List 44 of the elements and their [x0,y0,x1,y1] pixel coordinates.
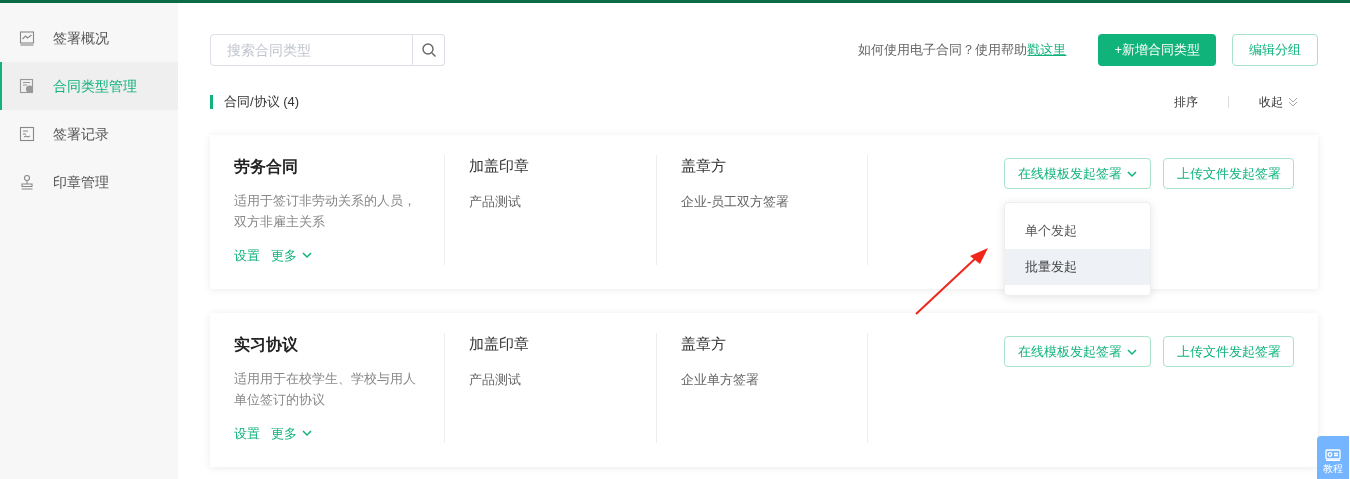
column-title: 加盖印章 [469,334,530,354]
upload-file-button[interactable]: 上传文件发起签署 [1163,336,1294,367]
search-field[interactable]: 搜索合同类型 [210,34,413,66]
more-link[interactable]: 更多 [271,423,313,443]
contract-name: 劳务合同 [234,157,299,177]
help-link[interactable]: 戳这里 [1027,42,1067,58]
sidebar-item[interactable]: 合同类型管理 [0,62,178,110]
edit-group-button[interactable]: 编辑分组 [1232,34,1318,66]
settings-link[interactable]: 设置 [234,245,260,265]
search-icon [420,42,437,58]
menu-item[interactable]: 单个发起 [1005,213,1150,249]
record-icon [19,126,35,142]
sidebar-item[interactable]: 印章管理 [0,158,178,206]
column-value: 产品测试 [469,192,522,211]
contract-description: 适用于签订非劳动关系的人员，双方非雇主关系 [234,192,417,231]
column-title: 加盖印章 [469,156,530,176]
column-value: 产品测试 [469,370,522,389]
sidebar-item[interactable]: 签署记录 [0,110,178,158]
double-chevron-icon [1287,96,1299,108]
settings-link[interactable]: 设置 [234,423,260,443]
sidebar-item[interactable]: 签署概况 [0,14,178,62]
column-title: 盖章方 [681,334,727,354]
column-value: 企业单方签署 [681,370,760,389]
chart-icon [19,30,35,46]
search-button[interactable] [413,34,445,66]
online-template-button[interactable]: 在线模板发起签署 [1004,158,1151,189]
menu-item[interactable]: 批量发起 [1005,249,1150,285]
column-value: 企业-员工双方签署 [681,192,791,211]
collapse-button[interactable]: 收起 [1259,93,1283,111]
tutorial-label: 教程 [1323,463,1343,475]
sort-button[interactable]: 排序 [1174,93,1198,111]
upload-file-button[interactable]: 上传文件发起签署 [1163,158,1294,189]
online-template-button[interactable]: 在线模板发起签署 [1004,336,1151,367]
contract-description: 适用用于在校学生、学校与用人单位签订的协议 [234,370,417,409]
card-icon [1325,449,1341,461]
stamp-icon [19,174,35,190]
add-contract-type-button[interactable]: +新增合同类型 [1098,34,1216,66]
help-text: 如何使用电子合同？使用帮助戳这里 [858,41,1067,60]
document-icon [19,78,35,94]
contract-name: 实习协议 [234,335,299,355]
group-title: 合同/协议 (4) [224,93,300,112]
column-title: 盖章方 [681,156,727,176]
more-link[interactable]: 更多 [271,245,313,265]
tutorial-tab[interactable]: 教程 [1317,436,1349,479]
